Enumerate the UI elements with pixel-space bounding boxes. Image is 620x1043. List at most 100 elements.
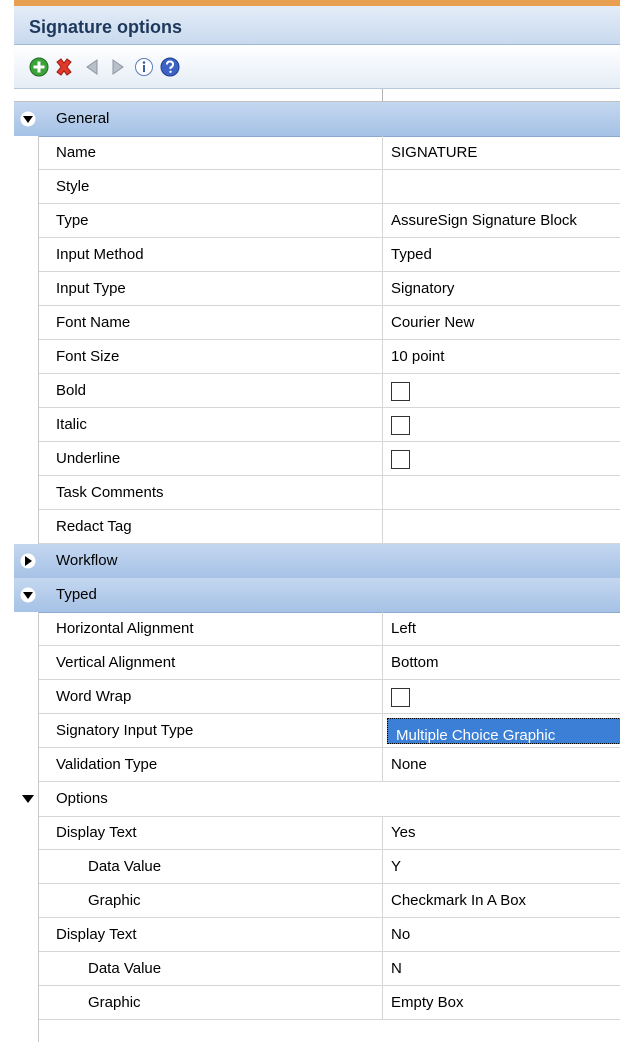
property-row-bold[interactable]: Bold [14, 374, 620, 408]
property-value[interactable]: Bottom [382, 646, 620, 680]
property-row-vertical-alignment[interactable]: Vertical Alignment Bottom [14, 646, 620, 680]
property-value[interactable]: Yes [382, 816, 620, 850]
option-row-data-value[interactable]: Data Value N [14, 952, 620, 986]
option-row-graphic[interactable]: Graphic Checkmark In A Box [14, 884, 620, 918]
row-gutter [14, 306, 38, 340]
property-value[interactable]: Y [382, 850, 620, 884]
next-icon[interactable] [108, 57, 128, 77]
property-row-font-name[interactable]: Font Name Courier New [14, 306, 620, 340]
property-value[interactable]: No [382, 918, 620, 952]
property-label: Type [56, 212, 89, 229]
row-gutter [14, 646, 38, 680]
add-icon[interactable] [29, 57, 49, 77]
property-label: Italic [56, 416, 87, 433]
info-icon[interactable] [134, 57, 154, 77]
property-value[interactable] [382, 510, 620, 544]
word-wrap-checkbox[interactable] [391, 688, 410, 707]
property-row-horizontal-alignment[interactable]: Horizontal Alignment Left [14, 612, 620, 646]
expanded-arrow-icon[interactable] [20, 587, 36, 603]
column-separator[interactable] [382, 89, 383, 101]
row-gutter [14, 374, 38, 408]
previous-icon[interactable] [82, 57, 102, 77]
property-value[interactable] [382, 170, 620, 204]
collapsed-arrow-icon[interactable] [20, 553, 36, 569]
property-value[interactable]: 10 point [382, 340, 620, 374]
underline-checkbox[interactable] [391, 450, 410, 469]
row-gutter [14, 408, 38, 442]
selected-value-field[interactable]: Multiple Choice Graphic [387, 718, 620, 744]
subcategory-options[interactable]: Options [14, 782, 620, 817]
property-value[interactable] [382, 476, 620, 510]
property-value[interactable]: N [382, 952, 620, 986]
tree-gutter-line [38, 136, 39, 544]
row-gutter [14, 136, 38, 170]
property-value[interactable]: SIGNATURE [382, 136, 620, 170]
property-name: Style [38, 170, 382, 204]
property-value[interactable]: Courier New [382, 306, 620, 340]
property-row-signatory-input-type[interactable]: Signatory Input Type Multiple Choice Gra… [14, 714, 620, 748]
property-row-type[interactable]: Type AssureSign Signature Block [14, 204, 620, 238]
italic-checkbox[interactable] [391, 416, 410, 435]
expanded-arrow-icon[interactable] [20, 111, 36, 127]
delete-icon[interactable] [54, 57, 74, 77]
property-name: Data Value [38, 850, 382, 884]
option-row-graphic[interactable]: Graphic Empty Box [14, 986, 620, 1020]
property-row-task-comments[interactable]: Task Comments [14, 476, 620, 510]
property-row-word-wrap[interactable]: Word Wrap [14, 680, 620, 714]
property-label: Data Value [88, 858, 162, 875]
property-name: Bold [38, 374, 382, 408]
property-value[interactable]: Signatory [382, 272, 620, 306]
property-value [382, 680, 620, 714]
property-value[interactable]: Typed [382, 238, 620, 272]
property-value-text: Signatory [391, 280, 455, 297]
property-row-input-type[interactable]: Input Type Signatory [14, 272, 620, 306]
property-row-underline[interactable]: Underline [14, 442, 620, 476]
property-row-italic[interactable]: Italic [14, 408, 620, 442]
property-value[interactable]: AssureSign Signature Block [382, 204, 620, 238]
title-bar: Signature options [14, 6, 620, 45]
property-value-text: No [391, 926, 411, 943]
property-label: Redact Tag [56, 518, 132, 535]
property-label: Input Type [56, 280, 126, 297]
property-value[interactable]: Left [382, 612, 620, 646]
property-value[interactable]: Checkmark In A Box [382, 884, 620, 918]
property-row-input-method[interactable]: Input Method Typed [14, 238, 620, 272]
property-row-validation-type[interactable]: Validation Type None [14, 748, 620, 782]
property-row-name[interactable]: Name SIGNATURE [14, 136, 620, 170]
property-label: Display Text [56, 824, 137, 841]
expanded-arrow-icon[interactable] [20, 791, 36, 807]
property-name: Font Name [38, 306, 382, 340]
option-row-display-text[interactable]: Display Text Yes [14, 816, 620, 850]
option-row-data-value[interactable]: Data Value Y [14, 850, 620, 884]
row-gutter [14, 748, 38, 782]
property-label: Font Name [56, 314, 131, 331]
property-name: Italic [38, 408, 382, 442]
property-label: Graphic [88, 994, 141, 1011]
row-gutter [14, 340, 38, 374]
category-workflow[interactable]: Workflow [14, 544, 620, 579]
bold-checkbox[interactable] [391, 382, 410, 401]
property-name: Graphic [38, 884, 382, 918]
property-row-style[interactable]: Style [14, 170, 620, 204]
property-value-text: 10 point [391, 348, 445, 365]
property-name: Input Type [38, 272, 382, 306]
category-typed[interactable]: Typed [14, 578, 620, 613]
property-name: Data Value [38, 952, 382, 986]
property-row-redact-tag[interactable]: Redact Tag [14, 510, 620, 544]
property-name: Display Text [38, 918, 382, 952]
category-label: General [56, 110, 110, 127]
row-gutter [14, 272, 38, 306]
property-value[interactable]: Multiple Choice Graphic [382, 714, 620, 748]
property-row-font-size[interactable]: Font Size 10 point [14, 340, 620, 374]
property-value-text: Left [391, 620, 417, 637]
option-row-display-text[interactable]: Display Text No [14, 918, 620, 952]
row-gutter [14, 918, 38, 952]
property-value[interactable]: Empty Box [382, 986, 620, 1020]
help-icon[interactable] [160, 57, 180, 77]
grid-header [14, 89, 620, 102]
category-general[interactable]: General [14, 102, 620, 137]
property-value[interactable]: None [382, 748, 620, 782]
row-gutter [14, 884, 38, 918]
property-value-text: AssureSign Signature Block [391, 212, 577, 229]
property-label: Underline [56, 450, 121, 467]
